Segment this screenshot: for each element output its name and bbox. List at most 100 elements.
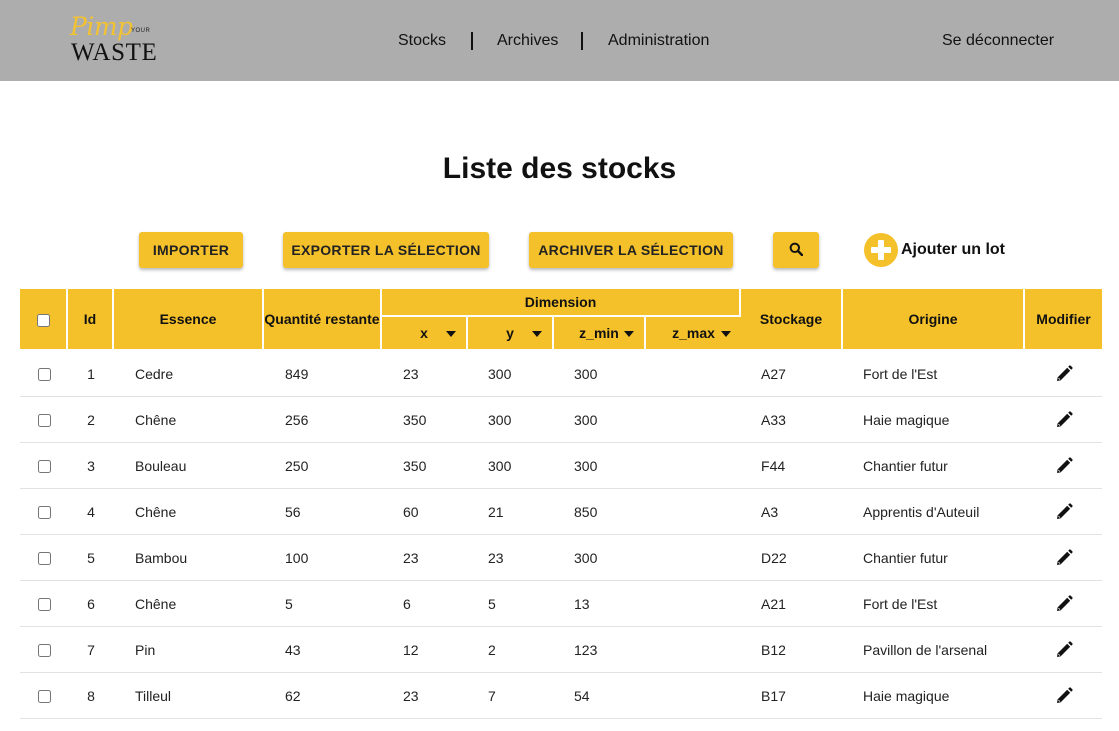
search-button[interactable] [773,232,819,268]
cell-origine: Fort de l'Est [843,351,1026,397]
cell-z-max [646,581,742,627]
cell-quantite: 250 [264,443,382,489]
cell-stockage: D22 [741,535,844,581]
cell-z-max [646,673,742,719]
cell-x: 6 [382,581,468,627]
cell-modifier [1025,351,1103,397]
row-select-cell [20,581,68,627]
cell-modifier [1025,627,1103,673]
edit-pencil-icon[interactable] [1055,686,1073,705]
row-checkbox[interactable] [37,506,51,520]
cell-stockage: A27 [741,351,844,397]
add-lot-button[interactable]: Ajouter un lot [864,232,1005,268]
cell-z-min: 850 [554,489,646,535]
cell-stockage: A21 [741,581,844,627]
column-header-x[interactable]: x [382,317,468,351]
cell-z-max [646,535,742,581]
cell-id: 4 [68,489,114,535]
nav-link-archives[interactable]: Archives [497,31,558,51]
column-header-x-label: x [420,325,428,341]
column-header-y[interactable]: y [468,317,554,351]
export-selection-button[interactable]: EXPORTER LA SÉLECTION [283,232,489,268]
column-header-essence[interactable]: Essence [114,289,264,351]
cell-origine: Chantier futur [843,443,1026,489]
table-row[interactable]: 4 Chêne 56 60 21 850 A3 Apprentis d'Aute… [20,489,1103,535]
cell-z-min: 54 [554,673,646,719]
cell-essence: Tilleul [114,673,264,719]
cell-quantite: 62 [264,673,382,719]
cell-origine: Pavillon de l'arsenal [843,627,1026,673]
row-checkbox[interactable] [37,368,51,382]
edit-pencil-icon[interactable] [1055,502,1073,521]
cell-id: 7 [68,627,114,673]
row-checkbox[interactable] [37,644,51,658]
logout-link[interactable]: Se déconnecter [942,31,1054,51]
select-all-checkbox[interactable] [36,313,50,327]
row-select-cell [20,535,68,581]
column-header-id[interactable]: Id [68,289,114,351]
cell-x: 23 [382,351,468,397]
table-row[interactable]: 5 Bambou 100 23 23 300 D22 Chantier futu… [20,535,1103,581]
column-header-origine[interactable]: Origine [843,289,1026,351]
page-title: Liste des stocks [442,152,677,185]
cell-id: 8 [68,673,114,719]
table-row[interactable]: 7 Pin 43 12 2 123 B12 Pavillon de l'arse… [20,627,1103,673]
row-checkbox[interactable] [37,598,51,612]
cell-x: 23 [382,673,468,719]
nav-link-stocks[interactable]: Stocks [398,31,446,51]
row-checkbox[interactable] [37,460,51,474]
column-header-y-label: y [506,325,514,341]
cell-stockage: A3 [741,489,844,535]
row-select-cell [20,351,68,397]
edit-pencil-icon[interactable] [1055,594,1073,613]
column-header-stockage[interactable]: Stockage [741,289,844,351]
cell-id: 3 [68,443,114,489]
caret-down-icon[interactable] [721,331,732,337]
cell-y: 7 [468,673,554,719]
cell-origine: Haie magique [843,397,1026,443]
cell-origine: Haie magique [843,673,1026,719]
table-row[interactable]: 6 Chêne 5 6 5 13 A21 Fort de l'Est [20,581,1103,627]
row-checkbox[interactable] [37,414,51,428]
cell-modifier [1025,397,1103,443]
cell-z-min: 13 [554,581,646,627]
table-row[interactable]: 8 Tilleul 62 23 7 54 B17 Haie magique [20,673,1103,719]
cell-stockage: B12 [741,627,844,673]
row-checkbox[interactable] [37,552,51,566]
logo-main-text: WASTE [71,39,158,66]
caret-down-icon[interactable] [532,331,542,337]
cell-x: 350 [382,397,468,443]
column-header-z-max[interactable]: z_max [646,317,742,351]
cell-stockage: F44 [741,443,844,489]
cell-quantite: 56 [264,489,382,535]
row-select-cell [20,397,68,443]
pimp-your-waste-logo[interactable]: Pimp YOUR WASTE [70,12,180,68]
cell-z-min: 300 [554,351,646,397]
cell-y: 2 [468,627,554,673]
cell-quantite: 100 [264,535,382,581]
archive-selection-button[interactable]: ARCHIVER LA SÉLECTION [529,232,733,268]
table-row[interactable]: 2 Chêne 256 350 300 300 A33 Haie magique [20,397,1103,443]
nav-link-administration[interactable]: Administration [608,31,709,51]
cell-z-min: 123 [554,627,646,673]
cell-z-min: 300 [554,443,646,489]
edit-pencil-icon[interactable] [1055,640,1073,659]
row-checkbox[interactable] [37,690,51,704]
column-header-z-max-label: z_max [672,325,715,341]
edit-pencil-icon[interactable] [1055,364,1073,383]
cell-origine: Fort de l'Est [843,581,1026,627]
column-header-z-min[interactable]: z_min [554,317,646,351]
column-header-quantite[interactable]: Quantité restante [264,289,382,351]
table-row[interactable]: 1 Cedre 849 23 300 300 A27 Fort de l'Est [20,351,1103,397]
cell-z-max [646,627,742,673]
edit-pencil-icon[interactable] [1055,410,1073,429]
row-select-cell [20,489,68,535]
cell-x: 350 [382,443,468,489]
import-button[interactable]: IMPORTER [139,232,243,268]
table-row[interactable]: 3 Bouleau 250 350 300 300 F44 Chantier f… [20,443,1103,489]
cell-z-max [646,443,742,489]
caret-down-icon[interactable] [624,331,634,337]
caret-down-icon[interactable] [446,331,456,337]
edit-pencil-icon[interactable] [1055,456,1073,475]
edit-pencil-icon[interactable] [1055,548,1073,567]
